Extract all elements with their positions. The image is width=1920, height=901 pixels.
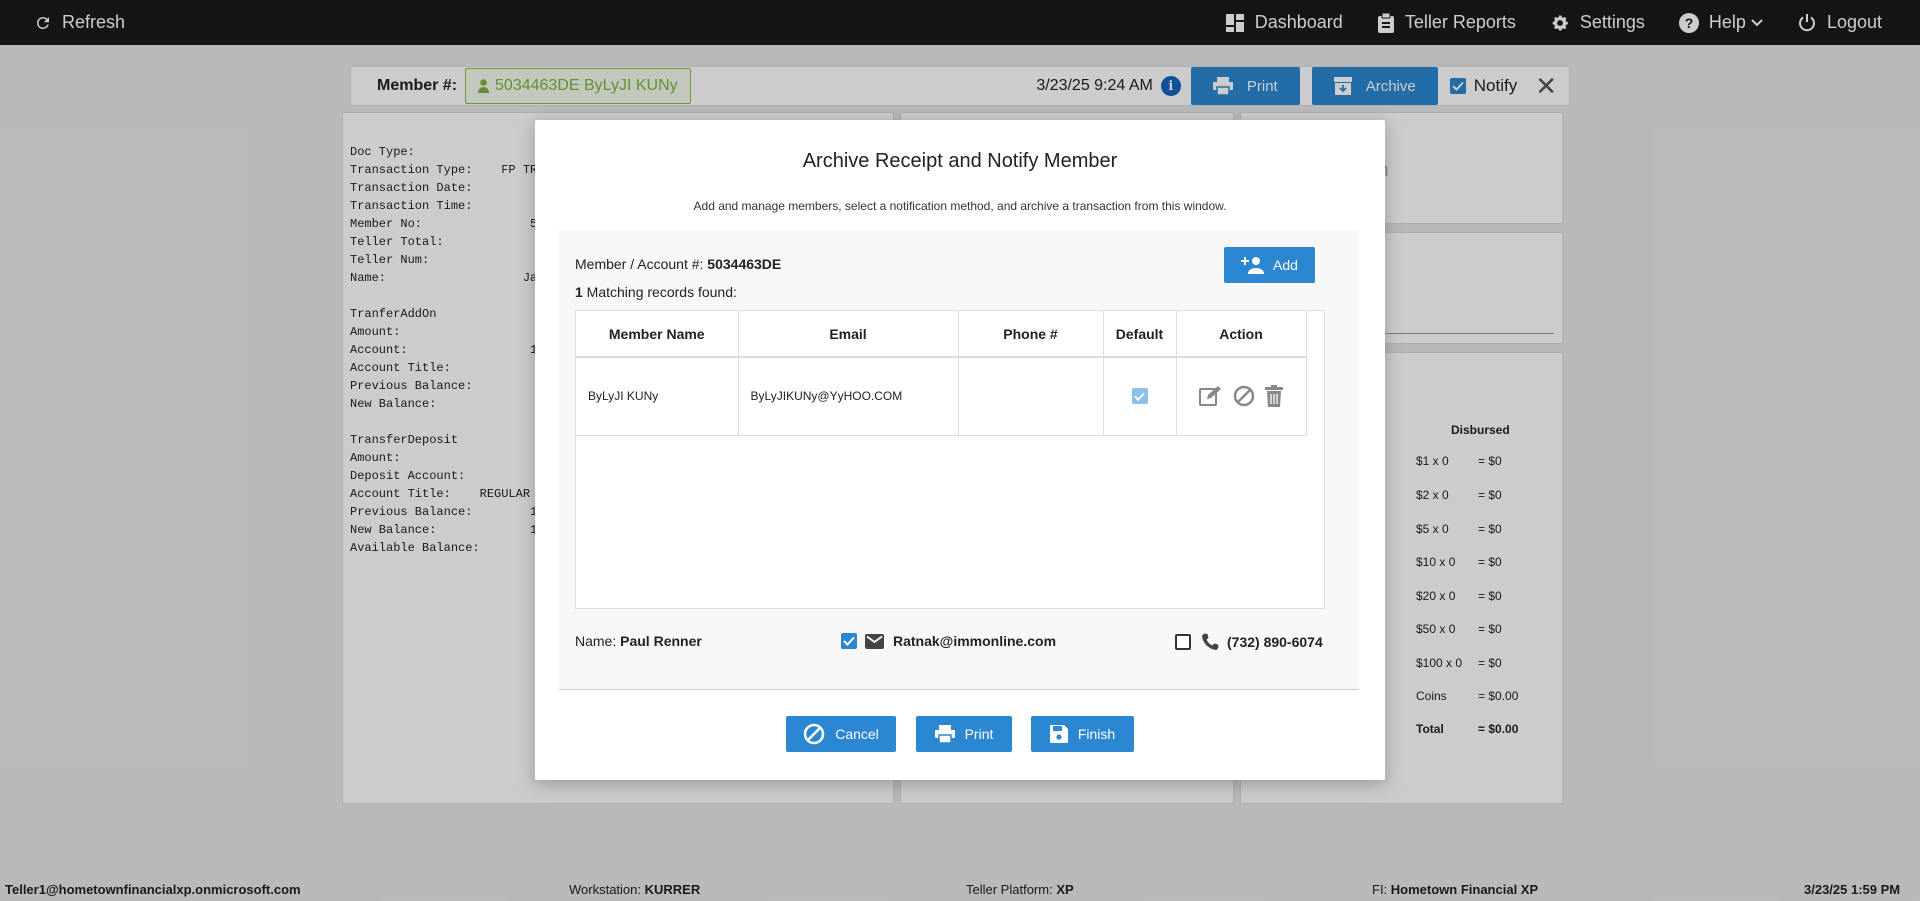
- dialog-subtitle: Add and manage members, select a notific…: [693, 199, 1227, 213]
- default-cell: [1103, 357, 1177, 436]
- phone-icon: [1202, 633, 1219, 650]
- column-header-member-name[interactable]: Member Name: [576, 311, 739, 358]
- dialog-title: Archive Receipt and Notify Member: [802, 150, 1118, 172]
- column-header-email[interactable]: Email: [738, 311, 959, 358]
- action-cell: [1176, 357, 1307, 436]
- save-icon: [1049, 725, 1068, 743]
- dialog-print-button[interactable]: Print: [916, 716, 1012, 752]
- member-name-cell: ByLyJI KUNy: [576, 357, 739, 436]
- trash-icon[interactable]: [1265, 385, 1283, 408]
- table-row[interactable]: ByLyJI KUNy ByLyJIKUNy@YyHOO.COM: [576, 357, 1307, 436]
- phone-cell: [958, 357, 1104, 436]
- email-notification-option[interactable]: Ratnak@immonline.com: [841, 633, 1056, 649]
- phone-notification-option[interactable]: (732) 890-6074: [1175, 633, 1323, 651]
- finish-button[interactable]: Finish: [1031, 716, 1134, 752]
- table-header-row: Member Name Email Phone # Default Action: [576, 311, 1307, 358]
- match-count-line: 1 Matching records found:: [575, 284, 737, 300]
- email-cell: ByLyJIKUNy@YyHOO.COM: [738, 357, 959, 436]
- column-header-phone[interactable]: Phone #: [958, 311, 1104, 358]
- account-line: Member / Account #: 5034463DE: [575, 256, 782, 272]
- block-icon[interactable]: [1233, 385, 1255, 407]
- default-checkbox[interactable]: [1131, 388, 1148, 405]
- contact-row: Name: Paul Renner Ratnak@immonline.com (…: [575, 630, 1345, 654]
- notification-phone: (732) 890-6074: [1227, 634, 1323, 650]
- dialog-body: Member / Account #: 5034463DE 1 Matching…: [559, 230, 1359, 690]
- cancel-label: Cancel: [835, 726, 879, 742]
- edit-icon[interactable]: [1199, 385, 1223, 407]
- envelope-icon: [865, 633, 884, 649]
- archive-notify-dialog: Archive Receipt and Notify Member Add an…: [535, 120, 1385, 780]
- column-header-default[interactable]: Default: [1103, 311, 1177, 358]
- add-member-label: Add: [1273, 257, 1298, 273]
- account-number: 5034463DE: [707, 256, 782, 272]
- dialog-print-label: Print: [964, 726, 994, 742]
- printer-icon: [934, 725, 955, 743]
- contact-name: Name: Paul Renner: [575, 633, 702, 649]
- email-checkbox[interactable]: [841, 633, 857, 649]
- add-member-button[interactable]: Add: [1224, 247, 1315, 283]
- cancel-button[interactable]: Cancel: [786, 716, 896, 752]
- notification-email: Ratnak@immonline.com: [893, 633, 1057, 649]
- contact-name-value: Paul Renner: [620, 633, 702, 649]
- finish-label: Finish: [1077, 726, 1116, 742]
- phone-checkbox[interactable]: [1175, 634, 1191, 650]
- block-icon: [803, 723, 825, 745]
- member-table: Member Name Email Phone # Default Action…: [575, 310, 1325, 609]
- column-header-action: Action: [1176, 311, 1307, 358]
- add-user-icon: [1241, 257, 1265, 274]
- match-count: 1: [575, 284, 583, 300]
